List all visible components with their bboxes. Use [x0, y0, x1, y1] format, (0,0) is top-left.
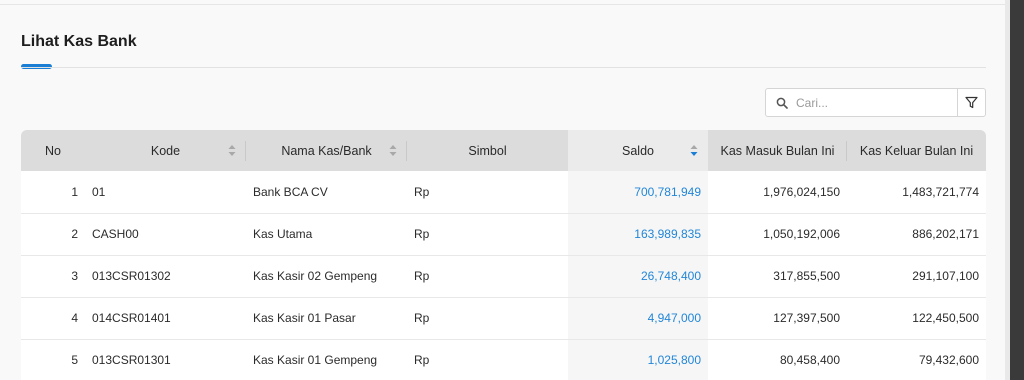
cell-kode: 01: [85, 171, 246, 214]
table-row[interactable]: 5 013CSR01301 Kas Kasir 01 Gempeng Rp 1,…: [21, 339, 986, 380]
cell-kas-masuk: 80,458,400: [708, 339, 847, 380]
column-header-label: No: [45, 143, 61, 158]
column-header-simbol: Simbol: [407, 130, 568, 171]
cell-nama: Kas Kasir 01 Pasar: [246, 297, 407, 340]
column-header-label: Kas Masuk Bulan Ini: [720, 143, 835, 158]
column-header-nama[interactable]: Nama Kas/Bank: [246, 130, 407, 171]
cell-nama: Kas Kasir 02 Gempeng: [246, 255, 407, 298]
column-header-label: Kode: [150, 143, 181, 158]
filter-button[interactable]: [957, 88, 986, 117]
cell-kas-keluar: 1,483,721,774: [847, 171, 986, 214]
column-header-kas-keluar: Kas Keluar Bulan Ini: [847, 130, 986, 171]
search-icon: [776, 97, 788, 109]
filter-icon: [965, 96, 978, 109]
table-row[interactable]: 3 013CSR01302 Kas Kasir 02 Gempeng Rp 26…: [21, 255, 986, 298]
top-divider: [0, 4, 1005, 5]
page-title: Lihat Kas Bank: [21, 33, 137, 50]
cell-nama: Kas Kasir 01 Gempeng: [246, 339, 407, 380]
search-input[interactable]: [796, 95, 946, 110]
cell-simbol: Rp: [407, 171, 568, 214]
cell-simbol: Rp: [407, 297, 568, 340]
sort-icon[interactable]: [228, 144, 236, 157]
cell-nama: Kas Utama: [246, 213, 407, 256]
cell-kas-masuk: 127,397,500: [708, 297, 847, 340]
cell-kas-keluar: 886,202,171: [847, 213, 986, 256]
title-divider: [21, 67, 986, 68]
cell-kas-keluar: 122,450,500: [847, 297, 986, 340]
cell-saldo[interactable]: 700,781,949: [568, 171, 708, 214]
cell-no: 2: [21, 213, 85, 256]
cell-saldo[interactable]: 4,947,000: [568, 297, 708, 340]
cell-no: 4: [21, 297, 85, 340]
cell-saldo[interactable]: 1,025,800: [568, 339, 708, 380]
cell-kode: 014CSR01401: [85, 297, 246, 340]
window-edge-inner: [1005, 0, 1010, 380]
table-row[interactable]: 4 014CSR01401 Kas Kasir 01 Pasar Rp 4,94…: [21, 297, 986, 340]
column-header-label: Kas Keluar Bulan Ini: [859, 143, 974, 158]
column-header-label: Nama Kas/Bank: [281, 143, 372, 158]
column-header-kas-masuk: Kas Masuk Bulan Ini: [708, 130, 847, 171]
cell-kas-masuk: 1,050,192,006: [708, 213, 847, 256]
column-header-kode[interactable]: Kode: [85, 130, 246, 171]
column-header-saldo[interactable]: Saldo: [568, 130, 708, 171]
search-box[interactable]: [765, 88, 958, 117]
column-header-label: Saldo: [622, 143, 654, 158]
cell-kode: CASH00: [85, 213, 246, 256]
column-header-no: No: [21, 130, 85, 171]
cell-kode: 013CSR01302: [85, 255, 246, 298]
cell-saldo[interactable]: 163,989,835: [568, 213, 708, 256]
kas-bank-table: No Kode Nama Kas/Bank Simbol Saldo Kas M…: [21, 130, 986, 380]
cell-saldo[interactable]: 26,748,400: [568, 255, 708, 298]
cell-kas-keluar: 291,107,100: [847, 255, 986, 298]
table-header-row: No Kode Nama Kas/Bank Simbol Saldo Kas M…: [21, 130, 986, 171]
cell-kas-keluar: 79,432,600: [847, 339, 986, 380]
cell-no: 1: [21, 171, 85, 214]
cell-no: 5: [21, 339, 85, 380]
sort-icon[interactable]: [389, 144, 397, 157]
cell-no: 3: [21, 255, 85, 298]
cell-simbol: Rp: [407, 339, 568, 380]
cell-nama: Bank BCA CV: [246, 171, 407, 214]
sort-desc-icon[interactable]: [690, 144, 698, 157]
cell-kode: 013CSR01301: [85, 339, 246, 380]
table-row[interactable]: 1 01 Bank BCA CV Rp 700,781,949 1,976,02…: [21, 171, 986, 214]
cell-kas-masuk: 317,855,500: [708, 255, 847, 298]
cell-kas-masuk: 1,976,024,150: [708, 171, 847, 214]
cell-simbol: Rp: [407, 213, 568, 256]
column-header-label: Simbol: [468, 143, 507, 158]
cell-simbol: Rp: [407, 255, 568, 298]
table-row[interactable]: 2 CASH00 Kas Utama Rp 163,989,835 1,050,…: [21, 213, 986, 256]
